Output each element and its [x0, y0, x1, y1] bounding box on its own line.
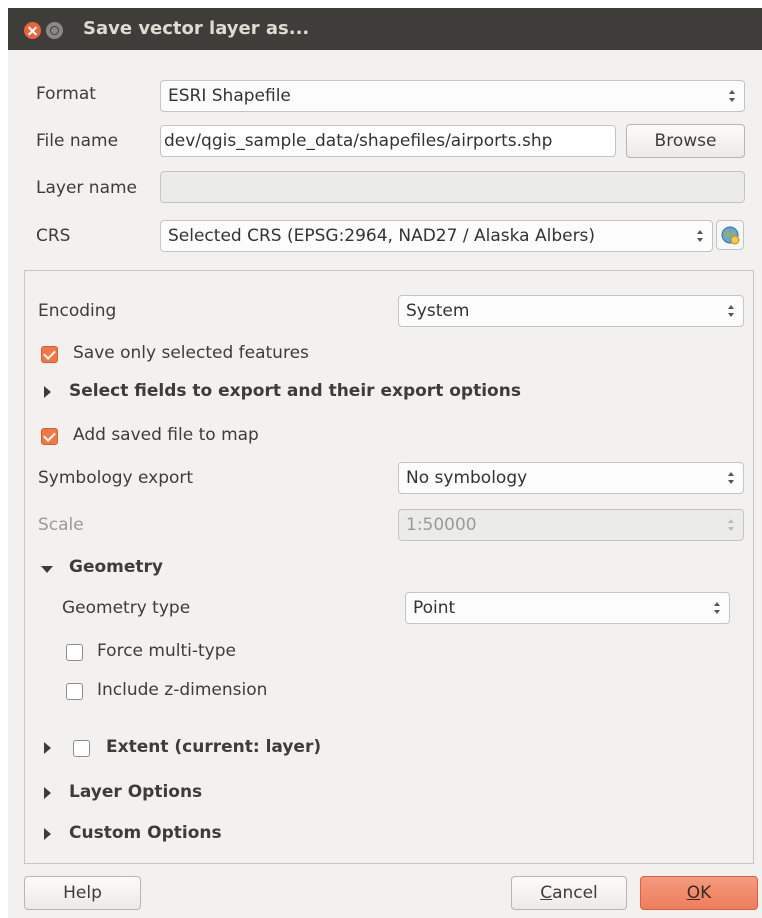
select-fields-section[interactable]: Select fields to export and their export… [69, 381, 521, 401]
crs-value: Selected CRS (EPSG:2964, NAD27 / Alaska … [168, 226, 596, 246]
filename-label: File name [36, 131, 119, 151]
crs-label: CRS [36, 226, 71, 246]
expand-arrow-icon[interactable] [44, 787, 51, 799]
scale-label: Scale [38, 515, 84, 535]
layer-options-section[interactable]: Layer Options [69, 782, 202, 802]
format-combobox[interactable]: ESRI Shapefile [160, 80, 745, 112]
extent-section[interactable]: Extent (current: layer) [106, 737, 321, 757]
expand-arrow-icon[interactable] [44, 828, 51, 840]
geometry-section[interactable]: Geometry [69, 557, 163, 577]
options-panel: Encoding System Save only selected featu… [24, 270, 754, 864]
symbology-value: No symbology [406, 468, 528, 488]
scale-value: 1:50000 [406, 515, 477, 535]
format-value: ESRI Shapefile [168, 86, 291, 106]
expand-arrow-icon[interactable] [44, 386, 51, 398]
layername-label: Layer name [36, 178, 138, 198]
encoding-label: Encoding [38, 301, 117, 321]
add-to-map-checkbox[interactable] [41, 428, 58, 445]
globe-icon [721, 226, 740, 245]
combo-arrows-icon [726, 296, 736, 326]
combo-arrows-icon [726, 463, 736, 493]
cancel-button[interactable]: Cancel [511, 876, 627, 910]
force-multi-checkbox[interactable] [66, 644, 83, 661]
combo-arrows-icon [695, 221, 705, 251]
symbology-combobox[interactable]: No symbology [398, 462, 744, 494]
close-icon[interactable] [24, 22, 41, 39]
encoding-combobox[interactable]: System [398, 295, 744, 327]
combo-arrows-icon [726, 510, 736, 540]
window-title: Save vector layer as... [83, 18, 310, 39]
include-z-checkbox[interactable] [66, 683, 83, 700]
encoding-value: System [406, 301, 470, 321]
save-selected-checkbox[interactable] [41, 346, 58, 363]
ok-button[interactable]: OK [640, 876, 758, 910]
expand-arrow-icon[interactable] [44, 742, 51, 754]
combo-arrows-icon [712, 593, 722, 623]
filename-input[interactable]: dev/qgis_sample_data/shapefiles/airports… [160, 125, 616, 157]
symbology-label: Symbology export [38, 468, 194, 488]
browse-button[interactable]: Browse [626, 124, 745, 158]
extent-checkbox[interactable] [73, 740, 90, 757]
format-label: Format [36, 84, 96, 104]
minimize-icon[interactable] [46, 22, 63, 39]
add-to-map-label: Add saved file to map [73, 425, 259, 445]
help-button[interactable]: Help [24, 876, 141, 910]
collapse-arrow-icon[interactable] [41, 566, 53, 573]
geometry-type-label: Geometry type [62, 598, 191, 618]
custom-options-section[interactable]: Custom Options [69, 823, 222, 843]
combo-arrows-icon [727, 81, 737, 111]
include-z-label: Include z-dimension [97, 680, 268, 700]
save-selected-label: Save only selected features [73, 343, 309, 363]
save-vector-layer-dialog: Save vector layer as... Format ESRI Shap… [8, 8, 762, 918]
geometry-type-value: Point [413, 598, 456, 618]
title-bar: Save vector layer as... [8, 8, 762, 50]
scale-combobox[interactable]: 1:50000 [398, 509, 744, 541]
crs-combobox[interactable]: Selected CRS (EPSG:2964, NAD27 / Alaska … [160, 220, 713, 252]
geometry-type-combobox[interactable]: Point [405, 592, 730, 624]
force-multi-label: Force multi-type [97, 641, 236, 661]
crs-selector-button[interactable] [716, 220, 744, 250]
layername-input[interactable] [160, 171, 745, 203]
